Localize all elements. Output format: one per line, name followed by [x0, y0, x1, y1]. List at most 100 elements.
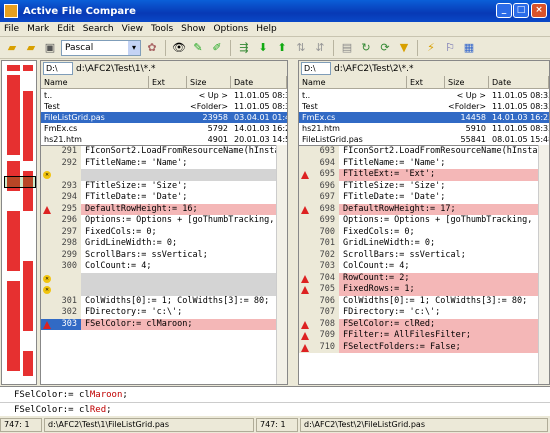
overview-viewport-box[interactable] [4, 176, 36, 188]
file-row[interactable]: t.. < Up > 11.01.05 08:33 [299, 90, 549, 101]
sort-az-icon[interactable]: ⇅ [293, 40, 309, 56]
preview-icon[interactable]: ▦ [461, 40, 477, 56]
filter-icon[interactable]: ▼ [396, 40, 412, 56]
code-line[interactable]: 294 FTitleDate:= 'Date'; [41, 192, 287, 204]
menu-tools[interactable]: Tools [147, 24, 177, 34]
diff-overview-bar[interactable] [1, 60, 37, 385]
left-path[interactable]: d:\AFC2\Test\1\*.* [76, 64, 156, 74]
code-line[interactable]: 303 FSelColor:= clMaroon; [41, 318, 287, 330]
code-line[interactable]: 707 FDirectory:= 'c:\'; [299, 307, 549, 319]
close-button[interactable]: × [531, 3, 547, 18]
code-line[interactable]: 300 ColCount:= 4; [41, 261, 287, 273]
code-line[interactable]: ✕ [41, 284, 287, 296]
code-line[interactable]: 295 DefaultRowHeight:= 16; [41, 203, 287, 215]
col-name[interactable]: Name [299, 76, 407, 88]
menu-file[interactable]: File [0, 24, 23, 34]
file-row[interactable]: FileListGrid.pas 55841 08.01.05 15:48 [299, 134, 549, 145]
find-next-icon[interactable]: ✎ [190, 40, 206, 56]
code-line[interactable]: 693 FIconSort2.LoadFromResourceName(hInst… [299, 146, 549, 158]
right-drive-select[interactable]: D:\ [301, 62, 331, 75]
menu-show[interactable]: Show [177, 24, 209, 34]
line-number: 296 [41, 215, 81, 227]
code-line[interactable]: 697 FTitleDate:= 'Date'; [299, 192, 549, 204]
menu-view[interactable]: View [118, 24, 147, 34]
file-row[interactable]: Test <Folder> 11.01.05 08:33 [41, 101, 287, 112]
file-row[interactable]: Test <Folder> 11.01.05 08:33 [299, 101, 549, 112]
lightning-icon[interactable]: ⚡ [423, 40, 439, 56]
code-line[interactable]: 292 FTitleName:= 'Name'; [41, 157, 287, 169]
code-line[interactable]: 706 ColWidths[0]:= 1; ColWidths[3]:= 80; [299, 295, 549, 307]
minimize-button[interactable]: _ [496, 3, 512, 18]
code-line[interactable]: 709 FFilter:= AllFilesFilter; [299, 330, 549, 342]
left-code-view[interactable]: 291 FIconSort2.LoadFromResourceName(hInst… [41, 145, 287, 384]
code-line[interactable]: 299 ScrollBars:= ssVertical; [41, 249, 287, 261]
right-code-view[interactable]: 693 FIconSort2.LoadFromResourceName(hInst… [299, 145, 549, 384]
code-line[interactable]: 700 FixedCols:= 0; [299, 226, 549, 238]
col-ext[interactable]: Ext [149, 76, 187, 88]
menu-bar: File Mark Edit Search View Tools Show Op… [0, 22, 550, 37]
toggle-icon[interactable]: ⚐ [442, 40, 458, 56]
col-size[interactable]: Size [445, 76, 489, 88]
col-ext[interactable]: Ext [407, 76, 445, 88]
open-folder-2-icon[interactable]: ▰ [23, 40, 39, 56]
open-folder-icon[interactable]: ▰ [4, 40, 20, 56]
col-size[interactable]: Size [187, 76, 231, 88]
right-path[interactable]: d:\AFC2\Test\2\*.* [334, 64, 414, 74]
code-line[interactable]: 701 GridLineWidth:= 0; [299, 238, 549, 250]
code-line[interactable]: 698 DefaultRowHeight:= 17; [299, 203, 549, 215]
code-line[interactable]: 702 ScrollBars:= ssVertical; [299, 249, 549, 261]
code-line[interactable]: 694 FTitleName:= 'Name'; [299, 157, 549, 169]
code-line[interactable]: 705 FixedRows:= 1; [299, 284, 549, 296]
menu-search[interactable]: Search [79, 24, 118, 34]
code-line[interactable]: 296 Options:= Options + [goThumbTracking,… [41, 215, 287, 227]
code-line[interactable]: 297 FixedCols:= 0; [41, 226, 287, 238]
file-row[interactable]: FileListGrid.pas 23958 03.04.01 01:46 [41, 112, 287, 123]
code-line[interactable]: 704 RowCount:= 2; [299, 272, 549, 284]
code-line[interactable]: 695 FTitleExt:= 'Ext'; [299, 169, 549, 181]
file-row[interactable]: FmEx.cs 5792 14.01.03 16:23 [41, 123, 287, 134]
next-diff-icon[interactable]: ⬇ [255, 40, 271, 56]
code-line[interactable]: 696 FTitleSize:= 'Size'; [299, 180, 549, 192]
col-date[interactable]: Date [489, 76, 549, 88]
code-line[interactable]: 710 FSelectFolders:= False; [299, 341, 549, 353]
col-date[interactable]: Date [231, 76, 287, 88]
left-drive-select[interactable]: D:\ [43, 62, 73, 75]
col-name[interactable]: Name [41, 76, 149, 88]
code-text: Options:= Options + [goThumbTracking, g [85, 215, 285, 225]
menu-help[interactable]: Help [252, 24, 281, 34]
sync-icon[interactable]: ⟳ [377, 40, 393, 56]
code-line[interactable]: 291 FIconSort2.LoadFromResourceName(hInst… [41, 146, 287, 158]
menu-mark[interactable]: Mark [23, 24, 53, 34]
compare-icon[interactable]: ⇶ [236, 40, 252, 56]
find-icon[interactable]: 👁 [171, 40, 187, 56]
file-row[interactable]: hs21.htm 4901 20.01.03 14:55 [41, 134, 287, 145]
code-line[interactable]: 703 ColCount:= 4; [299, 261, 549, 273]
settings-icon[interactable]: ✿ [144, 40, 160, 56]
right-scrollbar[interactable] [538, 145, 549, 384]
file-row[interactable]: t.. < Up > 11.01.05 08:33 [41, 90, 287, 101]
left-file-header: Name Ext Size Date [41, 76, 287, 89]
maximize-button[interactable]: □ [513, 3, 529, 18]
code-line[interactable]: 293 FTitleSize:= 'Size'; [41, 180, 287, 192]
code-line[interactable]: 699 Options:= Options + [goThumbTracking, [299, 215, 549, 227]
menu-options[interactable]: Options [209, 24, 252, 34]
sort-za-icon[interactable]: ⇵ [312, 40, 328, 56]
copy-icon[interactable]: ▤ [339, 40, 355, 56]
prev-diff-icon[interactable]: ⬆ [274, 40, 290, 56]
code-line[interactable]: ✕ [41, 169, 287, 181]
save-icon[interactable]: ▣ [42, 40, 58, 56]
language-select[interactable]: Pascal [61, 39, 141, 56]
code-line[interactable]: 708 FSelColor:= clRed; [299, 318, 549, 330]
code-line[interactable]: 302 FDirectory:= 'c:\'; [41, 307, 287, 319]
code-line[interactable]: 298 GridLineWidth:= 0; [41, 238, 287, 250]
menu-edit[interactable]: Edit [53, 24, 78, 34]
code-line[interactable]: 301 ColWidths[0]:= 1; ColWidths[3]:= 80; [41, 295, 287, 307]
edit-icon[interactable]: ✐ [209, 40, 225, 56]
overview-diff-mark [7, 211, 20, 271]
file-row[interactable]: FmEx.cs 14458 14.01.03 16:23 [299, 112, 549, 123]
file-row[interactable]: hs21.htm 5910 11.01.05 08:33 [299, 123, 549, 134]
code-line[interactable]: ✕ [41, 272, 287, 284]
left-path-bar: D:\ d:\AFC2\Test\1\*.* [41, 61, 287, 76]
refresh-icon[interactable]: ↻ [358, 40, 374, 56]
left-scrollbar[interactable] [276, 145, 287, 384]
